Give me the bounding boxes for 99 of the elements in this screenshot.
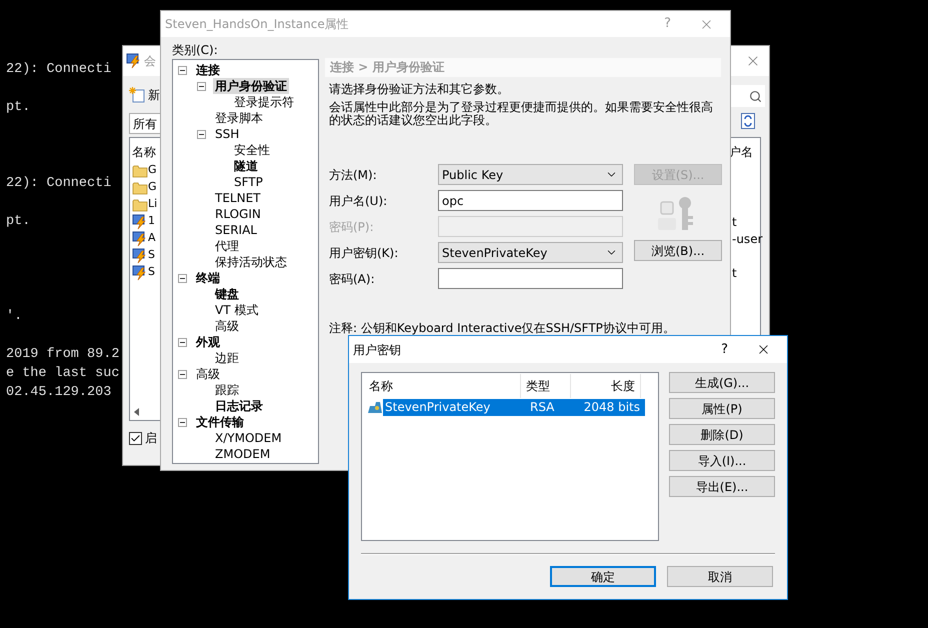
- table-cell-text: t: [731, 264, 737, 282]
- folder-icon: [132, 164, 148, 178]
- tree-item[interactable]: 日志记录: [213, 398, 265, 414]
- note-text: 注释: 公钥和Keyboard Interactive仅在SSH/SFTP协议中可用。: [328, 320, 676, 337]
- window-title: 会: [144, 53, 156, 70]
- input-field[interactable]: [438, 216, 623, 237]
- tree-item[interactable]: ZMODEM: [213, 446, 272, 462]
- dialog-button[interactable]: 确定: [550, 566, 656, 587]
- description-text: 会话属性中此部分是为了登录过程更便捷而提供的。如果需要安全性很高的状态的话建议您空出此字段。: [328, 101, 714, 127]
- new-session-icon[interactable]: [129, 87, 145, 103]
- field-label: 用户密钥(K):: [329, 244, 400, 262]
- tree-item[interactable]: 登录提示符: [232, 94, 296, 110]
- collapse-toggle[interactable]: [178, 274, 187, 282]
- tree-item[interactable]: SSH: [213, 126, 242, 142]
- column-header[interactable]: 长度: [571, 374, 641, 398]
- dropdown[interactable]: StevenPrivateKey: [438, 242, 623, 263]
- session-item[interactable]: G: [148, 162, 157, 179]
- table-cell-text: -user: [731, 230, 763, 248]
- field-label: 密码(P):: [329, 218, 375, 236]
- tree-item[interactable]: 边距: [213, 350, 241, 366]
- table-cell-text: t: [731, 214, 737, 230]
- session-icon: [132, 248, 148, 264]
- intro-text: 请选择身份验证方法和其它参数。: [328, 82, 510, 97]
- terminal-line: 2019 from 89.2: [6, 346, 120, 364]
- tree-item[interactable]: 保持活动状态: [213, 254, 289, 270]
- toolbar-label[interactable]: 新: [148, 86, 160, 104]
- folder-icon: [132, 180, 148, 194]
- search-icon[interactable]: [749, 90, 762, 102]
- terminal-line: pt.: [6, 213, 30, 232]
- input-field[interactable]: [438, 268, 623, 289]
- app-icon: [126, 53, 142, 69]
- tree-item[interactable]: 登录脚本: [213, 110, 265, 126]
- session-icon: [132, 264, 148, 280]
- column-header: 名称: [132, 144, 157, 161]
- session-icon: [132, 214, 148, 230]
- collapse-toggle[interactable]: [178, 370, 187, 378]
- session-item[interactable]: Li: [148, 196, 158, 213]
- dialog-button[interactable]: 浏览(B)...: [634, 240, 722, 261]
- collapse-toggle[interactable]: [197, 130, 206, 138]
- terminal-line: 02.45.129.203: [6, 384, 112, 402]
- scroll-left-icon[interactable]: [134, 408, 139, 416]
- tree-item[interactable]: RLOGIN: [213, 206, 263, 222]
- dialog-button[interactable]: 生成(G)...: [669, 372, 775, 393]
- tree-item[interactable]: 连接: [194, 62, 222, 78]
- window-title: Steven_HandsOn_Instance属性: [165, 16, 349, 33]
- tree-item[interactable]: 用户身份验证: [213, 78, 289, 94]
- field-label: 方法(M):: [329, 166, 378, 184]
- field-label: 密码(A):: [329, 270, 376, 288]
- dialog-button[interactable]: 删除(D): [669, 424, 775, 445]
- dialog-button[interactable]: 导出(E)...: [669, 476, 775, 497]
- dialog-button[interactable]: 属性(P): [669, 398, 775, 419]
- help-button[interactable]: ?: [721, 340, 728, 360]
- key-row[interactable]: StevenPrivateKey RSA 2048 bits: [383, 398, 645, 416]
- tree-item[interactable]: 终端: [194, 270, 222, 286]
- collapse-toggle[interactable]: [178, 338, 187, 346]
- column-header[interactable]: 名称: [367, 374, 521, 398]
- tree-item[interactable]: VT 模式: [213, 302, 260, 318]
- terminal-line: pt.: [6, 99, 30, 118]
- checkbox[interactable]: [129, 432, 142, 444]
- column-header[interactable]: 类型: [521, 374, 571, 398]
- session-item[interactable]: S: [148, 247, 155, 264]
- checkbox-label: 启: [145, 430, 157, 447]
- refresh-icon[interactable]: [741, 112, 755, 128]
- terminal-line: '.: [6, 308, 22, 326]
- collapse-toggle[interactable]: [197, 82, 206, 90]
- terminal-line: e the last suc: [6, 365, 120, 384]
- tree-item[interactable]: 安全性: [232, 142, 272, 158]
- user-key-icon: [658, 196, 694, 230]
- tree-item[interactable]: TELNET: [213, 190, 262, 206]
- category-label: 类别(C):: [172, 42, 219, 59]
- tree-item[interactable]: 高级: [213, 318, 241, 334]
- tree-item[interactable]: 跟踪: [213, 382, 241, 398]
- section-header: 连接 > 用户身份验证: [325, 58, 721, 77]
- tree-item[interactable]: 外观: [194, 334, 222, 350]
- collapse-toggle[interactable]: [178, 66, 187, 74]
- session-item[interactable]: A: [148, 230, 156, 247]
- tree-item[interactable]: 高级: [194, 366, 222, 382]
- terminal-line: 22): Connecti: [6, 61, 112, 80]
- tree-item[interactable]: 键盘: [213, 286, 241, 302]
- window-title: 用户密钥: [353, 342, 401, 358]
- dropdown[interactable]: Public Key: [438, 164, 623, 185]
- tree-item[interactable]: 文件传输: [194, 414, 246, 430]
- collapse-toggle[interactable]: [178, 418, 187, 426]
- dialog-button[interactable]: 导入(I)...: [669, 450, 775, 471]
- dialog-button[interactable]: 取消: [667, 566, 773, 587]
- input-field[interactable]: opc: [438, 190, 623, 211]
- session-icon: [132, 230, 148, 246]
- folder-icon: [132, 198, 148, 212]
- tree-item[interactable]: 代理: [213, 238, 241, 254]
- session-item[interactable]: 1: [148, 213, 155, 230]
- session-item[interactable]: G: [148, 179, 157, 196]
- tree-item[interactable]: X/YMODEM: [213, 430, 284, 446]
- terminal-line: 22): Connecti: [6, 175, 112, 194]
- tree-item[interactable]: 隧道: [232, 158, 260, 174]
- field-label: 用户名(U):: [329, 192, 388, 210]
- tree-item[interactable]: SFTP: [232, 174, 265, 190]
- tree-item[interactable]: SERIAL: [213, 222, 259, 238]
- session-item[interactable]: S: [148, 264, 155, 281]
- filter-dropdown[interactable]: 所有: [129, 113, 161, 134]
